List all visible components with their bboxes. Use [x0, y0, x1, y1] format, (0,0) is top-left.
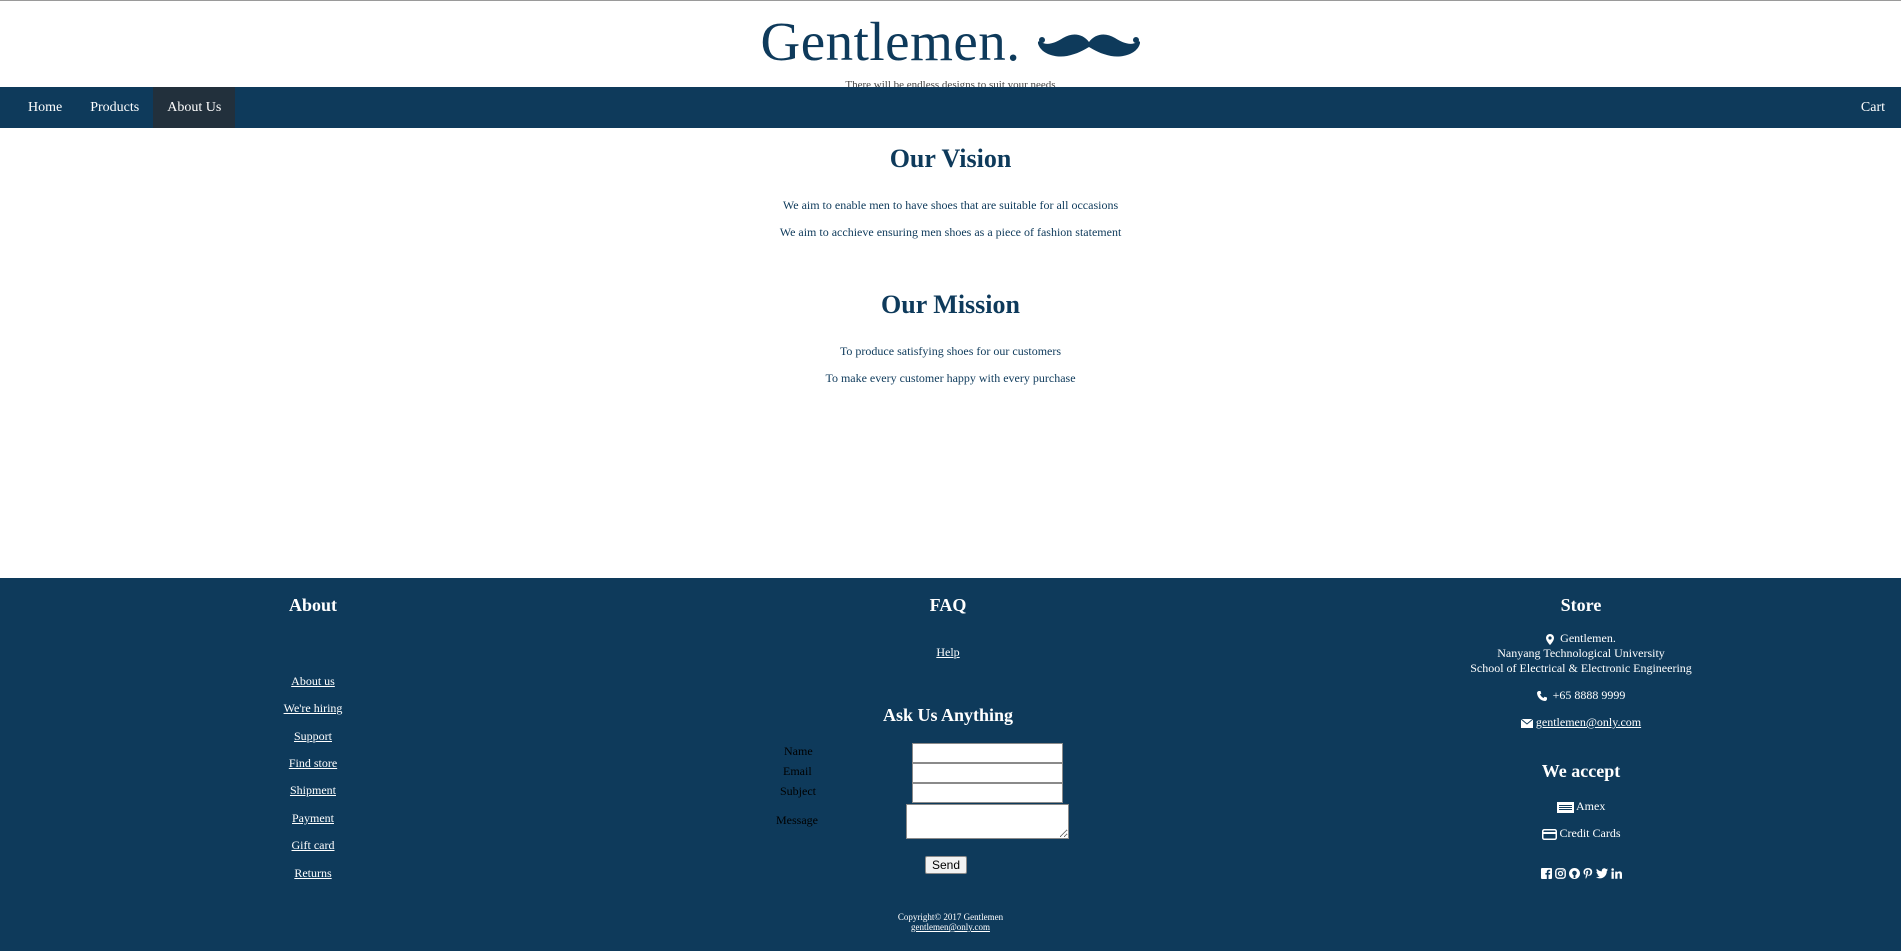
store-university: Nanyang Technological University [1497, 646, 1665, 660]
name-input[interactable] [912, 743, 1063, 763]
name-label: Name [784, 744, 813, 758]
store-phone-line: +65 8888 9999 [1381, 688, 1781, 703]
footer-link-help[interactable]: Help [848, 645, 1048, 660]
store-email-line: gentlemen@only.com [1381, 715, 1781, 730]
site-footer: About About us We're hiring Support Find… [0, 578, 1901, 951]
subject-label: Subject [780, 784, 816, 798]
copyright-email-wrap: gentlemen@only.com [0, 922, 1901, 932]
store-name: Gentlemen. [1560, 631, 1616, 645]
map-marker-icon [1546, 633, 1555, 645]
footer-about-title: About [288, 595, 337, 615]
facebook-icon[interactable] [1540, 868, 1552, 879]
main-nav: Home Products About Us Cart [0, 87, 1901, 128]
nav-home[interactable]: Home [0, 87, 76, 128]
footer-link-returns[interactable]: Returns [213, 866, 413, 881]
email-label: Email [783, 764, 812, 778]
footer-link-support[interactable]: Support [213, 729, 413, 744]
credit-card-icon [1541, 828, 1557, 840]
copyright-email-link[interactable]: gentlemen@only.com [911, 922, 990, 932]
mission-line-2: To make every customer happy with every … [825, 371, 1076, 385]
credit-label: Credit Cards [1559, 826, 1621, 840]
nav-cart[interactable]: Cart [1847, 87, 1901, 128]
amex-line: Amex [1381, 799, 1781, 814]
nav-about-us[interactable]: About Us [153, 87, 236, 128]
mission-line-1: To produce satisfying shoes for our cust… [839, 344, 1062, 358]
pinterest-icon[interactable] [1583, 868, 1593, 879]
footer-store-title: Store [1560, 595, 1602, 615]
store-phone: +65 8888 9999 [1552, 688, 1626, 702]
amex-card-icon [1556, 801, 1574, 813]
email-input[interactable] [912, 763, 1063, 783]
footer-link-payment[interactable]: Payment [213, 811, 413, 826]
store-email-link[interactable]: gentlemen@only.com [1536, 715, 1641, 729]
send-button[interactable]: Send [925, 856, 968, 874]
ask-title: Ask Us Anything [882, 705, 1014, 725]
instagram-icon[interactable] [1554, 868, 1566, 879]
social-icons [1531, 868, 1631, 879]
mission-title: Our Mission [881, 290, 1020, 319]
site-header: Gentlemen. There will be endless designs… [0, 1, 1901, 87]
vision-line-2: We aim to acchieve ensuring men shoes as… [779, 225, 1122, 239]
footer-link-find-store[interactable]: Find store [213, 756, 413, 771]
footer-link-hiring[interactable]: We're hiring [213, 701, 413, 716]
footer-link-about-us[interactable]: About us [213, 674, 413, 689]
store-name-line: Gentlemen. [1381, 631, 1781, 646]
tagline: There will be endless designs to suit yo… [845, 79, 1056, 87]
mustache-icon [1037, 34, 1140, 57]
github-icon[interactable] [1568, 868, 1580, 879]
brand-logo[interactable]: Gentlemen. [0, 9, 1901, 75]
footer-faq-title: FAQ [929, 595, 967, 615]
message-label: Message [776, 813, 818, 827]
vision-title: Our Vision [889, 144, 1012, 173]
message-textarea[interactable] [906, 804, 1069, 839]
subject-input[interactable] [912, 783, 1063, 803]
page: Gentlemen. There will be endless designs… [0, 0, 1901, 952]
phone-icon [1536, 691, 1547, 702]
footer-link-shipment[interactable]: Shipment [213, 783, 413, 798]
envelope-icon [1520, 718, 1533, 728]
credit-line: Credit Cards [1381, 826, 1781, 841]
nav-products[interactable]: Products [76, 87, 153, 128]
copyright-text: Copyright© 2017 Gentlemen [897, 912, 1004, 922]
brand-title: Gentlemen. [760, 11, 1021, 72]
amex-label: Amex [1576, 799, 1606, 813]
store-school: School of Electrical & Electronic Engine… [1470, 661, 1692, 675]
twitter-icon[interactable] [1595, 868, 1608, 879]
vision-line-1: We aim to enable men to have shoes that … [782, 198, 1119, 212]
linkedin-icon[interactable] [1610, 868, 1622, 879]
accept-title: We accept [1541, 761, 1621, 781]
main-content: Our Vision We aim to enable men to have … [0, 128, 1901, 578]
footer-link-gift-card[interactable]: Gift card [213, 838, 413, 853]
